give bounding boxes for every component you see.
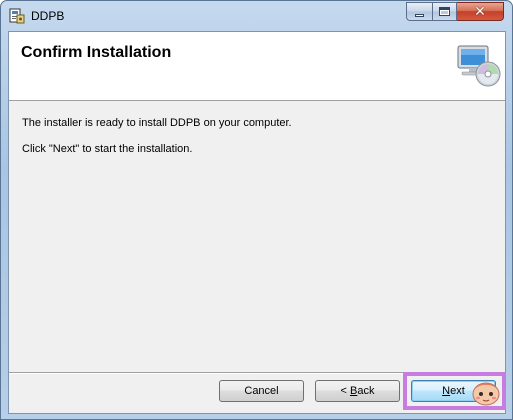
- close-icon: ✕: [474, 3, 486, 20]
- back-button-arrow: <: [340, 385, 350, 397]
- back-button-accesskey: B: [350, 385, 358, 397]
- cancel-button-label: Cancel: [244, 385, 279, 397]
- close-button[interactable]: ✕: [457, 2, 504, 21]
- maximize-button[interactable]: [432, 2, 457, 21]
- button-divider: [9, 372, 505, 374]
- next-button-accesskey: N: [442, 385, 451, 397]
- next-button-label: ext: [450, 385, 465, 397]
- window-title: DDPB: [31, 9, 65, 23]
- mascot-watermark-icon: [472, 382, 500, 406]
- title-bar[interactable]: DDPB ✕: [1, 1, 512, 31]
- page-title: Confirm Installation: [21, 44, 172, 61]
- back-button-label: ack: [357, 385, 375, 397]
- minimize-button[interactable]: [406, 2, 432, 21]
- dialog-client-area: Confirm Installation The installer is re…: [8, 31, 506, 414]
- ready-message: The installer is ready to install DDPB o…: [22, 117, 292, 129]
- back-button[interactable]: < Back: [315, 380, 400, 402]
- cancel-button[interactable]: Cancel: [219, 380, 304, 402]
- installer-window: DDPB ✕ Confirm Installation The installe…: [0, 0, 513, 420]
- maximize-icon: [439, 7, 450, 16]
- instruction-message: Click "Next" to start the installation.: [22, 143, 193, 155]
- minimize-icon: [415, 13, 424, 17]
- installer-app-icon: [9, 8, 25, 24]
- computer-cd-icon: [457, 45, 501, 87]
- header-banner: Confirm Installation: [9, 32, 505, 101]
